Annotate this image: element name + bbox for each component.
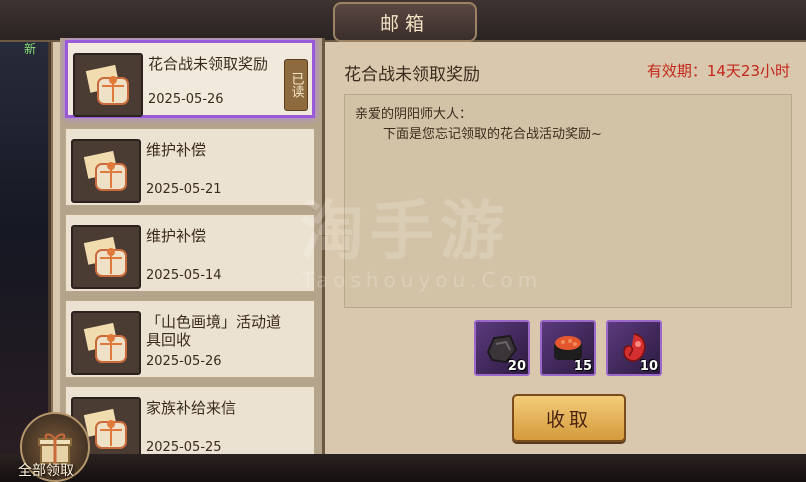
new-badge: 新: [24, 42, 37, 56]
reward-count: 10: [639, 359, 658, 374]
mail-title: 「山色画境」活动道具回收: [146, 313, 282, 349]
mail-date: 2025-05-25: [146, 440, 222, 454]
greeting-text: 亲爱的阴阳师大人：: [355, 107, 473, 122]
mail-item[interactable]: 「山色画境」活动道具回收 2025-05-26: [65, 300, 315, 378]
mail-package-icon: [71, 311, 141, 375]
mail-date: 2025-05-21: [146, 182, 222, 197]
reward-item[interactable]: 10: [606, 320, 662, 376]
mail-package-icon: [71, 139, 141, 203]
watermark-sub: Taoshouyou.Com: [302, 268, 543, 292]
mail-title: 花合战未领取奖励: [148, 55, 269, 73]
mail-date: 2025-05-26: [146, 354, 222, 369]
mail-item[interactable]: 维护补偿 2025-05-14: [65, 214, 315, 292]
title-bar: 邮箱: [0, 0, 806, 42]
mail-list[interactable]: 花合战未领取奖励 2025-05-26 已读 维护补偿 2025-05-21 维…: [60, 38, 325, 454]
mail-date: 2025-05-26: [148, 92, 224, 107]
mail-title: 家族补给来信: [146, 399, 237, 417]
mail-item[interactable]: 家族补给来信 2025-05-25: [65, 386, 315, 454]
mail-item[interactable]: 维护补偿 2025-05-21: [65, 128, 315, 206]
window-title: 邮箱: [333, 2, 477, 42]
reward-count: 15: [573, 359, 592, 374]
reward-item[interactable]: 20: [474, 320, 530, 376]
mail-title: 维护补偿: [146, 141, 207, 159]
bottom-bar: [0, 454, 806, 482]
mail-package-icon: [71, 225, 141, 289]
read-badge: 已读: [284, 59, 308, 111]
mail-date: 2025-05-14: [146, 268, 222, 283]
mail-title: 维护补偿: [146, 227, 207, 245]
mail-item-selected[interactable]: 花合战未领取奖励 2025-05-26 已读: [65, 40, 315, 118]
mail-package-icon: [73, 53, 143, 117]
collect-button[interactable]: 收取: [512, 394, 626, 442]
watermark: 淘手游: [300, 195, 510, 269]
reward-item[interactable]: 15: [540, 320, 596, 376]
detail-title: 花合战未领取奖励: [344, 65, 480, 85]
claim-all-label: 全部领取: [18, 463, 74, 479]
reward-count: 20: [507, 359, 526, 374]
message-text: 下面是您忘记领取的花合战活动奖励~: [383, 127, 602, 142]
expiry-text: 有效期：14天23小时: [646, 62, 790, 80]
